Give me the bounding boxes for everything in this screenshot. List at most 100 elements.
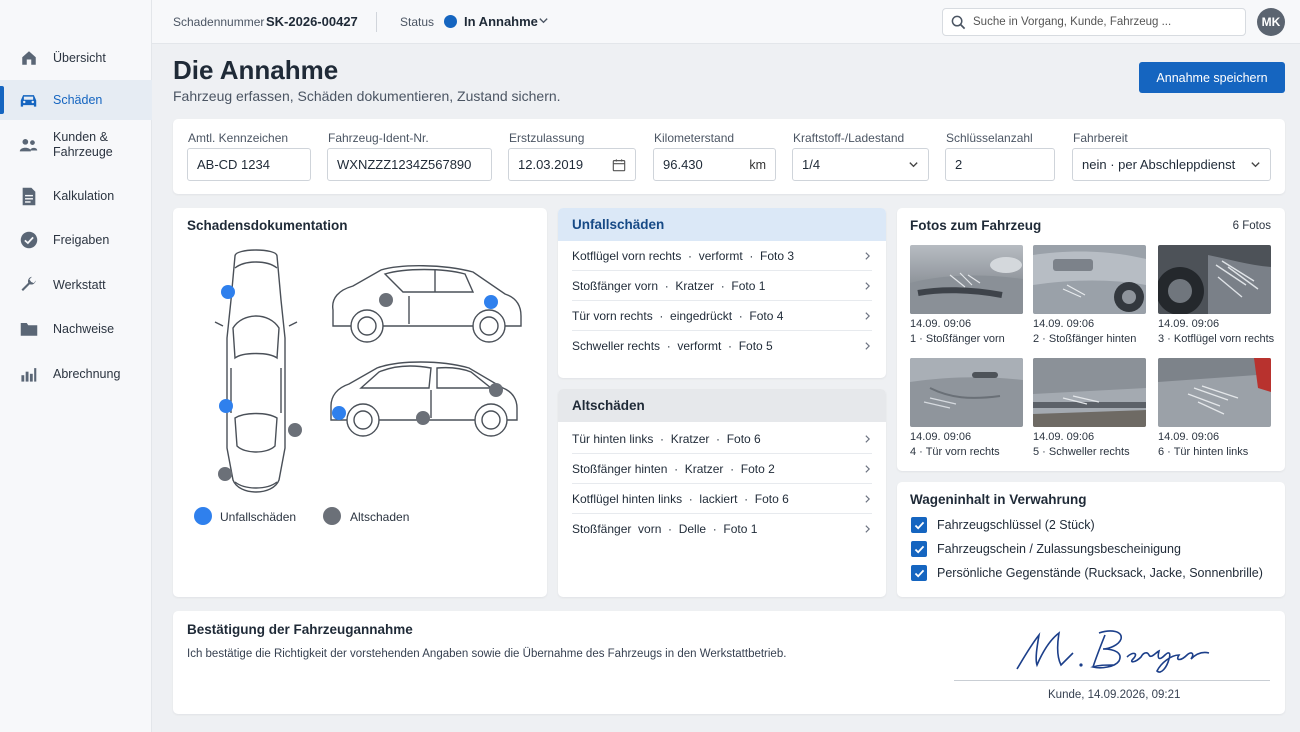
registration-date-field[interactable]: 12.03.2019 <box>508 148 636 181</box>
sidebar-item-label: Nachweise <box>53 322 115 336</box>
list-item[interactable]: Tür vorn rechts · eingedrückt · Foto 4 <box>572 301 872 331</box>
car-icon <box>19 91 38 110</box>
list-item[interactable]: Schweller rechts · verformt · Foto 5 <box>572 331 872 361</box>
chevron-down-icon[interactable] <box>538 14 549 29</box>
status-dropdown[interactable]: In Annahme <box>464 14 538 29</box>
keys-value: 2 <box>955 157 963 172</box>
old-damages-title: Altschäden <box>558 389 886 422</box>
list-item[interactable]: Stoßfänger vorn · Kratzer · Foto 1 <box>572 271 872 301</box>
accident-damages-title: Unfallschäden <box>558 208 886 241</box>
list-item[interactable]: Tür hinten links · Kratzer · Foto 6 <box>572 424 872 454</box>
damage-photo[interactable] <box>1033 245 1146 314</box>
mileage-label: Kilometerstand <box>654 131 735 145</box>
chevron-down-icon <box>908 159 919 170</box>
photo-caption: 2 · Stoßfänger hinten <box>1033 333 1137 345</box>
photo-timestamp: 14.09. 09:06 <box>910 318 972 330</box>
old-damages-card: Altschäden Tür hinten links · Kratzer · … <box>558 389 886 597</box>
old-damage-marker[interactable] <box>379 293 393 307</box>
sidebar-item-kunden-fahrzeuge[interactable]: Kunden & Fahrzeuge <box>0 124 152 166</box>
old-damage-marker[interactable] <box>489 383 503 397</box>
divider <box>376 12 377 32</box>
vehicle-photos-card: Fotos zum Fahrzeug 6 Fotos 14.09. 09:06 1… <box>897 208 1285 471</box>
chevron-down-icon <box>1250 159 1261 170</box>
sidebar-item-nachweise[interactable]: Nachweise <box>0 309 152 349</box>
photo-timestamp: 14.09. 09:06 <box>1033 318 1095 330</box>
list-item[interactable]: Stoßfänger hinten · Kratzer · Foto 2 <box>572 454 872 484</box>
wrench-icon <box>19 276 38 295</box>
checkbox-item[interactable]: Persönliche Gegenstände (Rucksack, Jacke… <box>911 565 1263 581</box>
old-damage-marker[interactable] <box>288 423 302 437</box>
damage-photo[interactable] <box>910 245 1023 314</box>
checkbox-item[interactable]: Fahrzeugschlüssel (2 Stück) <box>911 517 1095 533</box>
fuel-select[interactable]: 1/4 <box>792 148 929 181</box>
document-icon <box>19 187 38 206</box>
accident-marker[interactable] <box>484 295 498 309</box>
drivable-select[interactable]: nein · per Abschleppdienst <box>1072 148 1271 181</box>
check-circle-icon <box>19 231 38 250</box>
sidebar-item-label: Freigaben <box>53 233 110 247</box>
fuel-label: Kraftstoff-/Ladestand <box>793 131 905 145</box>
custody-title: Wageninhalt in Verwahrung <box>910 492 1087 507</box>
photos-title: Fotos zum Fahrzeug <box>910 218 1042 233</box>
checkbox-checked[interactable] <box>911 541 927 557</box>
photo-caption: 6 · Tür hinten links <box>1158 446 1249 458</box>
sidebar-item-werkstatt[interactable]: Werkstatt <box>0 265 152 305</box>
drivable-label: Fahrbereit <box>1073 131 1128 145</box>
chevron-right-icon <box>863 251 872 261</box>
page-title: Die Annahme <box>173 55 339 85</box>
accident-marker[interactable] <box>221 285 235 299</box>
customer-signature[interactable] <box>1009 621 1229 683</box>
legend-old-damage-label: Altschaden <box>350 510 410 524</box>
old-damage-marker[interactable] <box>218 467 232 481</box>
sidebar-item-label: Kunden & Fahrzeuge <box>53 130 113 159</box>
accident-marker[interactable] <box>332 406 346 420</box>
damage-photo[interactable] <box>1158 358 1271 427</box>
mileage-field[interactable]: 96.430 km <box>653 148 776 181</box>
damage-photo[interactable] <box>1033 358 1146 427</box>
key-count-field[interactable]: 2 <box>945 148 1055 181</box>
search-input[interactable] <box>973 16 1233 28</box>
legend-accident-label: Unfallschäden <box>220 510 297 524</box>
list-item[interactable]: Kotflügel vorn rechts · verformt · Foto … <box>572 241 872 271</box>
registration-value: 12.03.2019 <box>518 157 584 172</box>
save-intake-button[interactable]: Annahme speichern <box>1139 62 1285 93</box>
photo-timestamp: 14.09. 09:06 <box>910 431 972 443</box>
sidebar-item-abrechnung[interactable]: Abrechnung <box>0 354 152 394</box>
claim-number: SK-2026-00427 <box>266 14 358 29</box>
sidebar-item-kalkulation[interactable]: Kalkulation <box>0 176 152 216</box>
photo-caption: 4 · Tür vorn rechts <box>910 446 1000 458</box>
list-item[interactable]: Kotflügel hinten links · lackiert · Foto… <box>572 484 872 514</box>
list-item[interactable]: Stoßfänger vorn · Delle · Foto 1 <box>572 514 872 544</box>
calendar-icon[interactable] <box>612 158 626 172</box>
claim-number-label: Schadennummer <box>173 15 265 29</box>
damage-photo[interactable] <box>910 358 1023 427</box>
sidebar-item-freigaben[interactable]: Freigaben <box>0 220 152 260</box>
old-damage-marker[interactable] <box>416 411 430 425</box>
top-bar: Schadennummer SK-2026-00427 Status In An… <box>152 0 1300 44</box>
photo-timestamp: 14.09. 09:06 <box>1158 318 1220 330</box>
photo-caption: 1 · Stoßfänger vorn <box>910 333 1005 345</box>
avatar[interactable]: MK <box>1257 8 1285 36</box>
sidebar: Übersicht Schäden Kunden & Fahrzeuge Kal… <box>0 0 152 732</box>
vehicle-data-card: Amtl. Kennzeichen AB-CD 1234 Fahrzeug-Id… <box>173 119 1285 194</box>
damage-photo[interactable] <box>1158 245 1271 314</box>
search-icon <box>951 15 966 30</box>
search-box[interactable] <box>942 8 1246 36</box>
damage-documentation-card: Schadensdokumentation Unfallschäden Alts… <box>173 208 547 597</box>
page-subtitle: Fahrzeug erfassen, Schäden dokumentieren… <box>173 88 561 104</box>
fuel-value: 1/4 <box>802 157 821 172</box>
home-icon <box>19 49 38 68</box>
sidebar-item-uebersicht[interactable]: Übersicht <box>0 38 152 78</box>
sidebar-item-schaeden[interactable]: Schäden <box>0 80 152 120</box>
checkbox-checked[interactable] <box>911 517 927 533</box>
accident-marker[interactable] <box>219 399 233 413</box>
chevron-right-icon <box>863 311 872 321</box>
checkbox-item[interactable]: Fahrzeugschein / Zulassungsbescheinigung <box>911 541 1181 557</box>
checkbox-checked[interactable] <box>911 565 927 581</box>
registration-label: Erstzulassung <box>509 131 585 145</box>
vehicle-damage-diagram <box>214 249 522 493</box>
vin-field[interactable]: WXNZZZ1234Z567890 <box>327 148 492 181</box>
plate-field[interactable]: AB-CD 1234 <box>187 148 311 181</box>
signature-caption: Kunde, 14.09.2026, 09:21 <box>1048 689 1181 701</box>
users-icon <box>19 136 38 155</box>
